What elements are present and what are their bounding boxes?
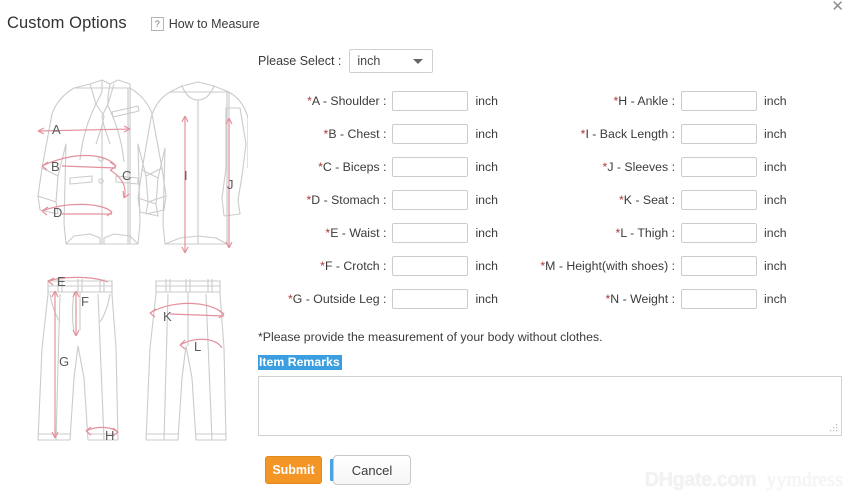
diagram-marker-F: F [81,294,89,309]
close-icon[interactable]: ✕ [831,0,844,14]
unit-select-dropdown[interactable]: inch [349,49,434,73]
measurement-label-outside-leg: *G - Outside Leg : [288,291,387,306]
measurement-label-biceps: *C - Biceps : [318,159,387,174]
diagram-marker-J: J [227,177,234,192]
measurement-row-shoulder: *A - Shoulder : inch [258,90,498,111]
measurement-input-sleeves[interactable] [681,156,757,177]
measurement-input-crotch[interactable] [392,255,469,276]
unit-suffix-thigh: inch [764,225,787,240]
form-action-buttons: Submit Cancel [265,455,411,485]
diagram-marker-H: H [105,428,114,443]
unit-select-value: inch [357,54,381,68]
page-header: Custom Options ? How to Measure [7,14,260,33]
diagram-marker-B: B [51,159,60,174]
measurement-label-crotch: *F - Crotch : [320,258,387,273]
measurement-row-sleeves: *J - Sleeves : inch [498,156,844,177]
measurement-row-height: *M - Height(with shoes) : inch [498,255,844,276]
unit-suffix-height: inch [764,258,787,273]
measurement-input-stomach[interactable] [392,189,469,210]
measurement-input-biceps[interactable] [392,156,469,177]
unit-suffix-chest: inch [475,126,498,141]
diagram-marker-A: A [52,122,61,137]
measurement-label-height: *M - Height(with shoes) : [540,258,675,273]
question-mark-icon: ? [150,16,164,31]
watermark: DHgate.com yymdress [645,469,843,492]
watermark-shop: yymdress [766,469,843,491]
custom-options-form: Please Select : inch *A - Shoulder : inc… [258,48,844,436]
measurement-row-back-length: *I - Back Length : inch [498,123,844,144]
item-remarks-textarea[interactable] [258,376,842,436]
item-remarks-label: Item Remarks [258,355,342,370]
measurement-input-waist[interactable] [392,222,469,243]
measurement-label-stomach: *D - Stomach : [306,192,387,207]
measurement-input-thigh[interactable] [681,222,757,243]
measurement-label-shoulder: *A - Shoulder : [307,93,387,108]
measurement-row-thigh: *L - Thigh : inch [498,222,844,243]
measurement-input-back-length[interactable] [681,123,757,144]
unit-suffix-crotch: inch [475,258,498,273]
watermark-site: DHgate.com [644,469,757,491]
unit-suffix-shoulder: inch [475,93,498,108]
measurement-row-chest: *B - Chest : inch [258,123,498,144]
unit-suffix-back-length: inch [764,126,787,141]
measurement-label-thigh: *L - Thigh : [615,225,675,240]
measurement-input-chest[interactable] [392,123,469,144]
unit-selector-label: Please Select : [258,54,342,68]
measurement-row-waist: *E - Waist : inch [258,222,498,243]
how-to-measure-link[interactable]: ? How to Measure [150,16,260,31]
unit-suffix-seat: inch [764,192,787,207]
unit-suffix-ankle: inch [764,93,787,108]
submit-button[interactable]: Submit [265,456,322,484]
measurement-row-biceps: *C - Biceps : inch [258,156,498,177]
measurement-row-seat: *K - Seat : inch [498,189,844,210]
diagram-marker-I: I [184,168,188,183]
measurement-note: *Please provide the measurement of your … [258,330,603,344]
measurement-row-ankle: *H - Ankle : inch [498,90,844,111]
measurement-label-chest: *B - Chest : [323,126,387,141]
diagram-marker-E: E [57,274,66,289]
unit-suffix-sleeves: inch [764,159,787,174]
chevron-down-icon [413,59,424,64]
unit-suffix-waist: inch [475,225,498,240]
measurement-row-outside-leg: *G - Outside Leg : inch [258,288,498,309]
measurements-grid: *A - Shoulder : inch *H - Ankle : inch *… [258,90,844,309]
diagram-marker-C: C [122,168,131,183]
diagram-marker-G: G [59,354,69,369]
diagram-marker-D: D [53,205,62,220]
how-to-measure-label: How to Measure [168,16,260,31]
measurement-row-stomach: *D - Stomach : inch [258,189,498,210]
measurement-input-ankle[interactable] [681,90,757,111]
measurement-input-weight[interactable] [681,288,757,309]
measurement-input-outside-leg[interactable] [392,288,469,309]
unit-selector-row: Please Select : inch [258,48,844,74]
diagram-marker-L: L [194,339,201,354]
measurement-label-seat: *K - Seat : [618,192,675,207]
measurement-input-height[interactable] [681,255,757,276]
measurement-label-ankle: *H - Ankle : [613,93,675,108]
unit-suffix-biceps: inch [475,159,498,174]
measurement-row-weight: *N - Weight : inch [498,288,844,309]
measurement-input-seat[interactable] [681,189,757,210]
measurement-row-crotch: *F - Crotch : inch [258,255,498,276]
diagram-marker-K: K [163,309,172,324]
suit-measurement-diagram: A B C D E F G H I J K L [12,48,248,453]
measurement-label-sleeves: *J - Sleeves : [602,159,675,174]
unit-suffix-outside-leg: inch [475,291,498,306]
measurement-label-weight: *N - Weight : [605,291,676,306]
page-title: Custom Options [7,14,127,32]
unit-suffix-weight: inch [764,291,787,306]
cancel-button[interactable]: Cancel [333,455,411,485]
unit-suffix-stomach: inch [475,192,498,207]
item-remarks-wrapper [258,376,842,436]
measurement-label-waist: *E - Waist : [325,225,387,240]
measurement-input-shoulder[interactable] [392,90,469,111]
measurement-label-back-length: *I - Back Length : [580,126,675,141]
